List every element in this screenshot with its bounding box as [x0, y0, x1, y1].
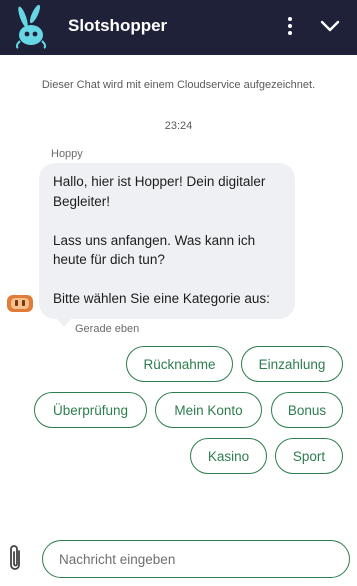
chevron-down-icon[interactable]	[318, 14, 342, 38]
chat-timestamp: 23:24	[164, 120, 193, 132]
app-title: Slotshopper	[68, 16, 168, 35]
kebab-menu-icon[interactable]	[282, 14, 298, 38]
message-line: Lass uns anfangen. Was kann ich heute fü…	[53, 232, 256, 268]
paperclip-icon[interactable]	[7, 543, 25, 573]
sender-name: Hoppy	[51, 148, 83, 160]
quick-reply-einzahlung[interactable]: Einzahlung	[241, 346, 343, 382]
quick-reply-bonus[interactable]: Bonus	[271, 392, 343, 428]
quick-reply-ueberpruefung[interactable]: Überprüfung	[34, 392, 147, 428]
message-line: Bitte wählen Sie eine Kategorie aus:	[53, 291, 270, 306]
bot-message-bubble: Hallo, hier ist Hopper! Dein digitaler B…	[39, 163, 295, 319]
message-status: Gerade eben	[75, 323, 140, 335]
quick-reply-ruecknahme[interactable]: Rücknahme	[126, 346, 233, 382]
bubble-tail	[56, 318, 72, 327]
rabbit-logo-icon	[15, 5, 47, 49]
quick-reply-sport[interactable]: Sport	[275, 438, 343, 474]
recording-notice: Dieser Chat wird mit einem Cloudservice …	[41, 79, 316, 91]
message-line: Hallo, hier ist Hopper! Dein digitaler B…	[53, 174, 266, 209]
message-input[interactable]	[42, 540, 350, 578]
quick-reply-kasino[interactable]: Kasino	[190, 438, 267, 474]
bot-avatar-icon	[7, 295, 33, 312]
quick-reply-mein-konto[interactable]: Mein Konto	[155, 392, 262, 428]
chat-header: Slotshopper	[0, 0, 357, 55]
